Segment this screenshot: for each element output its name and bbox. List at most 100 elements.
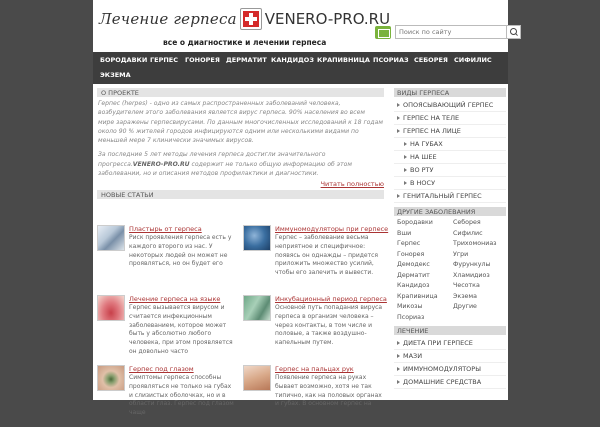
nav-item-sifilis[interactable]: СИФИЛИС xyxy=(454,56,492,64)
nav-item-krapivnica[interactable]: КРАПИВНИЦА xyxy=(317,56,370,64)
sidebar-types-heading: ВИДЫ ГЕРПЕСА xyxy=(394,88,506,97)
disease-link[interactable]: Фурункулы xyxy=(453,260,509,271)
nav-item-dermatit[interactable]: ДЕРМАТИТ xyxy=(226,56,267,64)
bullet-icon xyxy=(397,129,400,133)
article-excerpt: Появление герпеса на руках бывает возмож… xyxy=(275,374,382,408)
main-nav: БОРОДАВКИ ГЕРПЕС ГОНОРЕЯ ДЕРМАТИТ КАНДИД… xyxy=(93,52,508,84)
nav-item-borodavki[interactable]: БОРОДАВКИ xyxy=(100,56,147,64)
nav-item-seboreya[interactable]: СЕБОРЕЯ xyxy=(414,56,448,64)
sidebar-subitem[interactable]: НА ШЕЕ xyxy=(394,151,506,164)
sidebar-item[interactable]: ГЕНИТАЛЬНЫЙ ГЕРПЕС xyxy=(394,190,506,203)
nav-item-psoriaz[interactable]: ПСОРИАЗ xyxy=(373,56,409,64)
disease-link[interactable]: Угри xyxy=(453,250,509,261)
article-title[interactable]: Иммуномодуляторы при герпесе xyxy=(275,225,388,233)
article-title[interactable]: Герпес под глазом xyxy=(129,365,194,373)
disease-link[interactable]: Себорея xyxy=(453,218,509,229)
bullet-icon xyxy=(397,367,400,371)
bullet-icon xyxy=(397,341,400,345)
search-box xyxy=(375,25,521,39)
disease-link[interactable]: Вши xyxy=(397,229,449,240)
sidebar-subitem[interactable]: ВО РТУ xyxy=(394,164,506,177)
article-thumbnail[interactable] xyxy=(97,365,125,392)
treatment-list: ДИЕТА ПРИ ГЕРПЕСЕ МАЗИ ИММУНОМОДУЛЯТОРЫ … xyxy=(394,337,506,389)
logo-text-right: VENERO-PRO.RU xyxy=(264,10,391,28)
nav-item-gerpes[interactable]: ГЕРПЕС xyxy=(150,56,178,64)
bullet-icon xyxy=(404,168,407,172)
types-list: ОПОЯСЫВАЮЩИЙ ГЕРПЕС ГЕРПЕС НА ТЕЛЕ ГЕРПЕ… xyxy=(394,99,506,203)
article-title[interactable]: Герпес на пальцах рук xyxy=(275,365,354,373)
disease-link[interactable]: Микозы xyxy=(397,302,449,313)
disease-link[interactable]: Демодекс xyxy=(397,260,449,271)
red-cross-icon xyxy=(239,8,262,30)
sidebar-item[interactable]: МАЗИ xyxy=(394,350,506,363)
diseases-list: Бородавки Себорея Вши Сифилис Герпес Три… xyxy=(394,218,506,323)
about-heading: О ПРОЕКТЕ xyxy=(97,88,384,97)
bullet-icon xyxy=(397,116,400,120)
about-paragraph-2: За последние 5 лет методы лечения герпес… xyxy=(98,151,352,178)
sidebar-item[interactable]: ГЕРПЕС НА ТЕЛЕ xyxy=(394,112,506,125)
disease-link[interactable]: Хламидиоз xyxy=(453,271,509,282)
about-paragraph-1: Герпес (herpes) - одно из самых распрост… xyxy=(98,100,383,145)
disease-link[interactable]: Сифилис xyxy=(453,229,509,240)
mail-icon[interactable] xyxy=(375,25,391,39)
disease-link[interactable]: Крапивница xyxy=(397,292,449,303)
page-wrapper: Лечение герпеса VENERO-PRO.RU все о диаг… xyxy=(93,0,521,416)
bullet-icon xyxy=(404,155,407,159)
article-card: Герпес под глазом Симптомы герпеса спосо… xyxy=(97,365,237,427)
sidebar-item[interactable]: ДОМАШНИЕ СРЕДСТВА xyxy=(394,376,506,389)
article-title[interactable]: Пластырь от герпеса xyxy=(129,225,202,233)
article-card: Инкубационный период герпеса Основной пу… xyxy=(243,295,387,357)
sidebar-item[interactable]: ДИЕТА ПРИ ГЕРПЕСЕ xyxy=(394,337,506,350)
read-full-link[interactable]: Читать полностью xyxy=(97,180,384,190)
main-content: О ПРОЕКТЕ Герпес (herpes) - одно из самы… xyxy=(97,88,388,419)
article-thumbnail[interactable] xyxy=(97,225,125,252)
site-logo[interactable]: Лечение герпеса VENERO-PRO.RU xyxy=(99,6,390,32)
article-excerpt: Симптомы герпеса способны проявляться не… xyxy=(129,374,234,417)
search-button[interactable] xyxy=(507,25,521,39)
bullet-icon xyxy=(397,103,400,107)
bullet-icon xyxy=(404,142,407,146)
article-thumbnail[interactable] xyxy=(97,295,125,322)
about-text: Герпес (herpes) - одно из самых распрост… xyxy=(97,97,384,178)
disease-link[interactable]: Кандидоз xyxy=(397,281,449,292)
article-title[interactable]: Инкубационный период герпеса xyxy=(275,295,387,303)
bullet-icon xyxy=(404,181,407,185)
sidebar-item[interactable]: ИММУНОМОДУЛЯТОРЫ xyxy=(394,363,506,376)
site-header: Лечение герпеса VENERO-PRO.RU все о диаг… xyxy=(93,0,521,52)
article-card: Иммуномодуляторы при герпесе Герпес – за… xyxy=(243,225,388,287)
article-excerpt: Риск проявления герпеса есть у каждого в… xyxy=(129,234,232,268)
site-name-bold: VENERO-PRO.RU xyxy=(132,160,190,168)
article-thumbnail[interactable] xyxy=(243,225,271,252)
sidebar-item[interactable]: ОПОЯСЫВАЮЩИЙ ГЕРПЕС xyxy=(394,99,506,112)
disease-link[interactable]: Экзема xyxy=(453,292,509,303)
articles-grid: Пластырь от герпеса Риск проявления герп… xyxy=(97,199,388,419)
article-excerpt: Герпес вызывается вирусом и считается ин… xyxy=(129,304,233,355)
disease-link[interactable]: Псориаз xyxy=(397,313,449,324)
sidebar-item[interactable]: ГЕРПЕС НА ЛИЦЕ xyxy=(394,125,506,138)
nav-item-gonoreya[interactable]: ГОНОРЕЯ xyxy=(185,56,220,64)
article-thumbnail[interactable] xyxy=(243,295,271,322)
new-articles-heading: НОВЫЕ СТАТЬИ xyxy=(97,190,384,200)
bullet-icon xyxy=(397,354,400,358)
disease-link[interactable]: Бородавки xyxy=(397,218,449,229)
article-excerpt: Основной путь попадания вируса герпеса в… xyxy=(275,304,383,347)
sidebar-subitem[interactable]: В НОСУ xyxy=(394,177,506,190)
disease-link[interactable]: Трихомониаз xyxy=(453,239,509,250)
logo-text-left: Лечение герпеса xyxy=(99,10,237,28)
disease-link[interactable]: Чесотка xyxy=(453,281,509,292)
nav-item-kandidoz[interactable]: КАНДИДОЗ xyxy=(271,56,314,64)
article-card: Лечение герпеса на языке Герпес вызывает… xyxy=(97,295,237,357)
sidebar-treatment-heading: ЛЕЧЕНИЕ xyxy=(394,326,506,335)
sidebar-subitem[interactable]: НА ГУБАХ xyxy=(394,138,506,151)
site-tagline: все о диагностике и лечении герпеса xyxy=(163,38,327,47)
article-title[interactable]: Лечение герпеса на языке xyxy=(129,295,220,303)
nav-item-ekzema[interactable]: ЭКЗЕМА xyxy=(100,71,131,79)
article-card: Герпес на пальцах рук Появление герпеса … xyxy=(243,365,383,427)
disease-link[interactable]: Дерматит xyxy=(397,271,449,282)
sidebar-other-heading: ДРУГИЕ ЗАБОЛЕВАНИЯ xyxy=(394,207,506,216)
disease-link[interactable]: Другие xyxy=(453,302,509,313)
disease-link[interactable]: Герпес xyxy=(397,239,449,250)
disease-link[interactable]: Гонорея xyxy=(397,250,449,261)
article-thumbnail[interactable] xyxy=(243,365,271,392)
search-input[interactable] xyxy=(395,25,507,39)
